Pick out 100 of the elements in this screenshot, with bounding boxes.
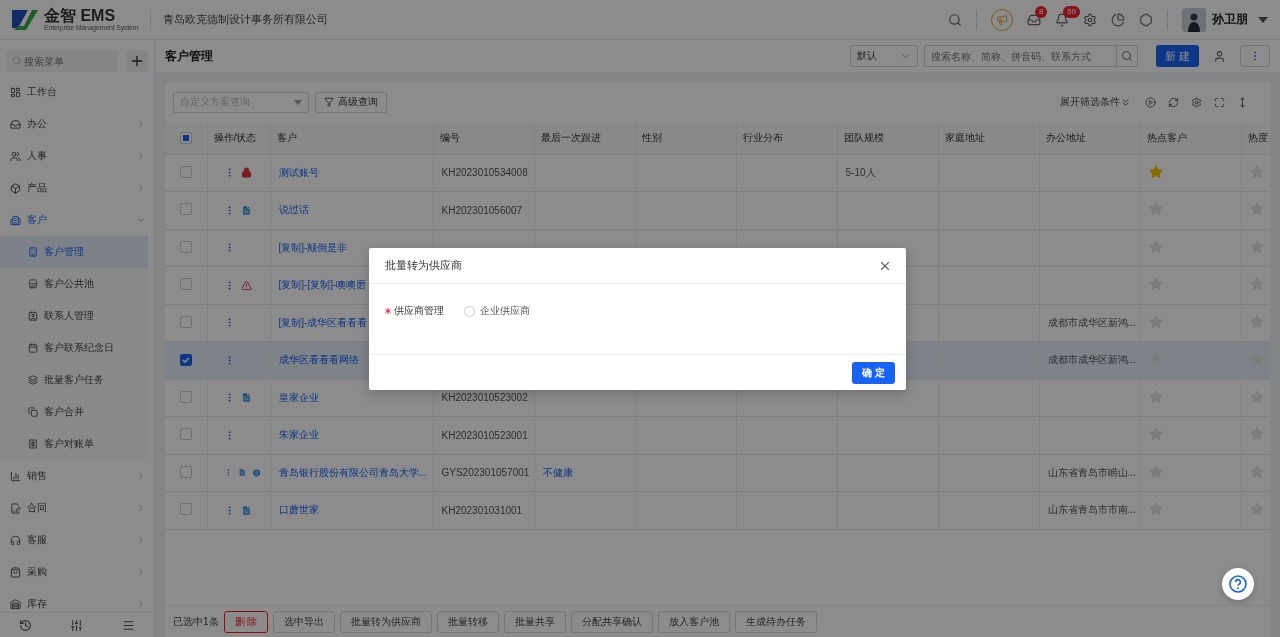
lock-icon [240, 167, 252, 179]
column-header[interactable]: 性别 [635, 122, 736, 154]
search-field[interactable]: 搜索名称、简称、拼音码、联系方式 [924, 45, 1116, 67]
column-header[interactable]: 办公地址 [1039, 122, 1140, 154]
row-checkbox[interactable] [179, 354, 192, 367]
delete-button[interactable]: 删 除 [223, 610, 269, 633]
customer-link[interactable]: [复制]-[复制]-噢噢磨 [278, 279, 367, 291]
settings-icon[interactable] [1083, 12, 1097, 27]
action-button[interactable]: 生成待办任务 [735, 610, 818, 633]
star-icon[interactable] [1148, 164, 1163, 179]
sidebar-item[interactable]: 办公 [0, 108, 154, 140]
user-name[interactable]: 孙卫朋 [1212, 11, 1248, 28]
customer-link[interactable]: 朱家企业 [278, 429, 319, 441]
follow-up-link[interactable]: 不健康 [542, 466, 573, 478]
history-icon[interactable] [19, 618, 33, 632]
table-cell: GYS202301057001 [441, 467, 530, 479]
settings-icon[interactable] [1191, 96, 1202, 108]
building-icon [10, 214, 21, 226]
caret-icon[interactable] [1258, 16, 1268, 23]
document-icon [240, 204, 252, 216]
column-header[interactable]: 客户 [270, 122, 433, 154]
users-icon [10, 150, 21, 162]
new-button[interactable]: 新 建 [1156, 45, 1199, 67]
collapse-menu-icon[interactable] [121, 618, 135, 632]
pie-chart-icon[interactable] [1111, 12, 1125, 27]
search-icon [1121, 50, 1133, 62]
confirm-button[interactable]: 确 定 [852, 361, 895, 384]
customer-link[interactable]: [复制]-颠倒是非 [278, 241, 348, 253]
sidebar-item[interactable]: 客户 [0, 204, 154, 236]
customer-link[interactable]: [复制]-成华区看看看 [278, 316, 368, 328]
action-button[interactable]: 批量转为供应商 [340, 610, 433, 633]
fullscreen-icon[interactable] [1214, 96, 1225, 108]
customer-link[interactable]: 口蘑世家 [278, 504, 319, 516]
table-cell: 山东省青岛市市南... [1047, 504, 1136, 516]
notification-badge: 8 [1035, 5, 1048, 18]
customer-link[interactable]: 皇家企业 [278, 391, 319, 403]
filter-icon [324, 97, 334, 107]
store-icon [28, 279, 38, 289]
more-button[interactable] [1240, 45, 1270, 67]
sidebar-item[interactable]: 销售 [0, 460, 154, 492]
sidebar-subitem[interactable]: 客户管理 [0, 236, 148, 268]
sidebar-item[interactable]: 采购 [0, 556, 154, 588]
sidebar-item[interactable]: 客服 [0, 524, 154, 556]
table-cell: 5-10人 [845, 166, 876, 178]
sidebar-item[interactable]: 库存 [0, 588, 154, 612]
column-header[interactable]: 行业分布 [736, 122, 837, 154]
sidebar-item[interactable]: 工作台 [0, 76, 154, 108]
customer-link[interactable]: 测试账号 [278, 166, 319, 178]
action-button[interactable]: 放入客户池 [658, 610, 731, 633]
avatar[interactable] [1182, 7, 1206, 32]
action-button[interactable]: 选中导出 [273, 610, 336, 633]
table-row[interactable]: 青岛银行股份有限公司青岛大学... GYS202301057001 不健康 山东省青岛市崂山... [165, 454, 1270, 492]
column-header[interactable]: 编号 [433, 122, 534, 154]
column-header[interactable]: 热度 [1241, 122, 1270, 154]
column-header[interactable]: 操作/状态 [207, 122, 270, 154]
contact-card-icon [28, 311, 38, 321]
column-header[interactable]: 团队规模 [837, 122, 938, 154]
row-height-icon[interactable] [1237, 96, 1248, 108]
document-icon [240, 392, 252, 404]
calendar-icon [28, 343, 38, 353]
copy-icon [28, 407, 38, 417]
checkmark-icon [181, 357, 190, 364]
radio-option[interactable]: 企业供应商 [464, 304, 530, 318]
select-all-checkbox[interactable] [179, 131, 192, 144]
table-row[interactable]: 朱家企业 KH2023010523001 [165, 416, 1270, 454]
sidebar-item[interactable]: 人事 [0, 140, 154, 172]
headset-icon [10, 534, 21, 546]
expand-filters-button[interactable]: 展开筛选条件 [1060, 95, 1131, 109]
action-button[interactable]: 批量转移 [437, 610, 500, 633]
sidebar-item[interactable]: 合同 [0, 492, 154, 524]
inbox-icon[interactable] [1027, 12, 1041, 27]
customer-link[interactable]: 青岛银行股份有限公司青岛大学... [278, 466, 427, 478]
customer-link[interactable]: 成华区看看看网络 [278, 354, 359, 366]
warning-icon [240, 279, 252, 291]
hexagon-icon[interactable] [1139, 12, 1153, 27]
bag-icon [10, 566, 21, 578]
action-button[interactable]: 分配共享确认 [571, 610, 654, 633]
building-icon [28, 247, 38, 257]
column-header[interactable]: 家庭地址 [938, 122, 1039, 154]
play-icon[interactable] [1145, 96, 1156, 108]
add-button[interactable] [126, 50, 148, 72]
table-row[interactable]: 测试账号 KH2023010534008 5-10人 [165, 154, 1270, 192]
layers-icon [28, 375, 38, 385]
customer-link[interactable]: 说过话 [278, 204, 309, 216]
table-row[interactable]: 口蘑世家 KH202301031001 山东省青岛市市南... [165, 491, 1270, 529]
advanced-query-button[interactable]: 高级查询 [315, 91, 387, 113]
bell-icon[interactable] [1055, 12, 1069, 27]
action-button[interactable]: 批量共享 [504, 610, 567, 633]
sliders-icon[interactable] [70, 618, 84, 632]
selected-count: 已选中1条 [173, 614, 219, 629]
column-header[interactable]: 热点客户 [1140, 122, 1241, 154]
user-icon[interactable] [1213, 49, 1226, 63]
dialog-title: 批量转为供应商 [385, 258, 462, 273]
sidebar-item[interactable]: 产品 [0, 172, 154, 204]
search-button[interactable] [1116, 45, 1138, 67]
table-cell: 成都市成华区新鸿... [1047, 354, 1136, 366]
refresh-icon[interactable] [1168, 96, 1179, 108]
table-row[interactable]: 说过话 KH202301056007 [165, 191, 1270, 229]
view-select[interactable]: 默认 [850, 45, 918, 67]
search-icon[interactable] [948, 12, 962, 27]
